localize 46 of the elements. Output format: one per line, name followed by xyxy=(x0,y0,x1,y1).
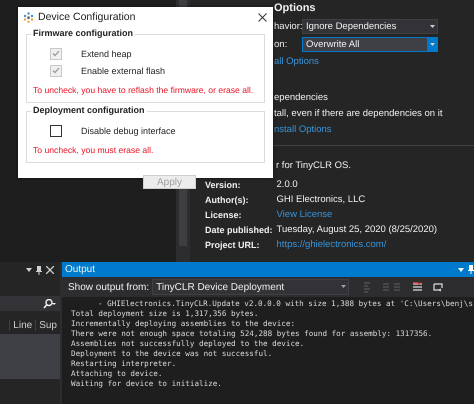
options-link[interactable]: all Options xyxy=(274,53,319,69)
panel-title: Output xyxy=(65,264,96,275)
pin-icon[interactable] xyxy=(468,265,474,274)
detail-label: Date published: xyxy=(205,224,273,237)
search-icon[interactable] xyxy=(42,298,56,308)
group-title: Deployment configuration xyxy=(31,105,147,115)
dropdown[interactable]: Ignore Dependencies xyxy=(302,18,438,34)
dropdown-arrow-icon xyxy=(339,285,348,289)
package-description: r for TinyCLR OS. xyxy=(276,160,351,171)
options-link[interactable]: nstall Options xyxy=(274,121,332,137)
detail-link[interactable]: View License xyxy=(276,208,474,222)
detail-value: 2.0.0 xyxy=(276,178,299,192)
search-field[interactable] xyxy=(0,296,60,311)
column-header[interactable]: Sup xyxy=(35,320,60,331)
dropdown-icon[interactable] xyxy=(26,268,32,272)
warning-text: To uncheck, you must erase all. xyxy=(33,144,154,157)
checkbox-label: Enable external flash xyxy=(81,66,166,76)
app-logo-icon xyxy=(23,12,34,22)
description-text: tall, even if there are dependencies on it xyxy=(274,106,442,120)
dropdown-icon[interactable] xyxy=(458,268,464,272)
dropdown[interactable]: Overwrite All xyxy=(302,36,438,52)
column-header[interactable]: Line xyxy=(9,320,36,331)
checkbox-label: Disable debug interface xyxy=(81,126,176,136)
checkbox-label: Extend heap xyxy=(81,48,132,58)
warning-text: To uncheck, you have to reflash the firmware, or erase all. xyxy=(33,84,254,97)
dropdown-arrow-icon xyxy=(430,42,434,46)
detail-value: GHI Electronics, LLC xyxy=(276,193,366,207)
detail-label: Project URL: xyxy=(205,239,261,252)
dialog-title: Device Configuration xyxy=(38,11,136,23)
detail-link[interactable]: https://ghielectronics.com/ xyxy=(276,238,474,252)
field-label: havior: xyxy=(274,20,302,32)
group-title: Firmware configuration xyxy=(31,28,136,38)
pin-icon[interactable] xyxy=(36,266,42,274)
dropdown-arrow-icon xyxy=(430,24,434,28)
detail-label: Author(s): xyxy=(205,194,250,207)
detail-label: Version: xyxy=(205,179,242,192)
close-icon[interactable] xyxy=(258,12,267,22)
output-source-dropdown[interactable]: TinyCLR Device Deployment xyxy=(152,279,350,295)
field-label: Show output from: xyxy=(68,282,150,292)
description-text: ependencies xyxy=(274,90,328,104)
checkbox[interactable] xyxy=(50,124,62,136)
clear-all-icon[interactable] xyxy=(412,282,424,292)
detail-label: License: xyxy=(205,209,243,222)
section-heading: Options xyxy=(274,1,317,16)
field-label: on: xyxy=(274,38,288,50)
detail-value: Tuesday, August 25, 2020 (8/25/2020) xyxy=(276,223,438,237)
